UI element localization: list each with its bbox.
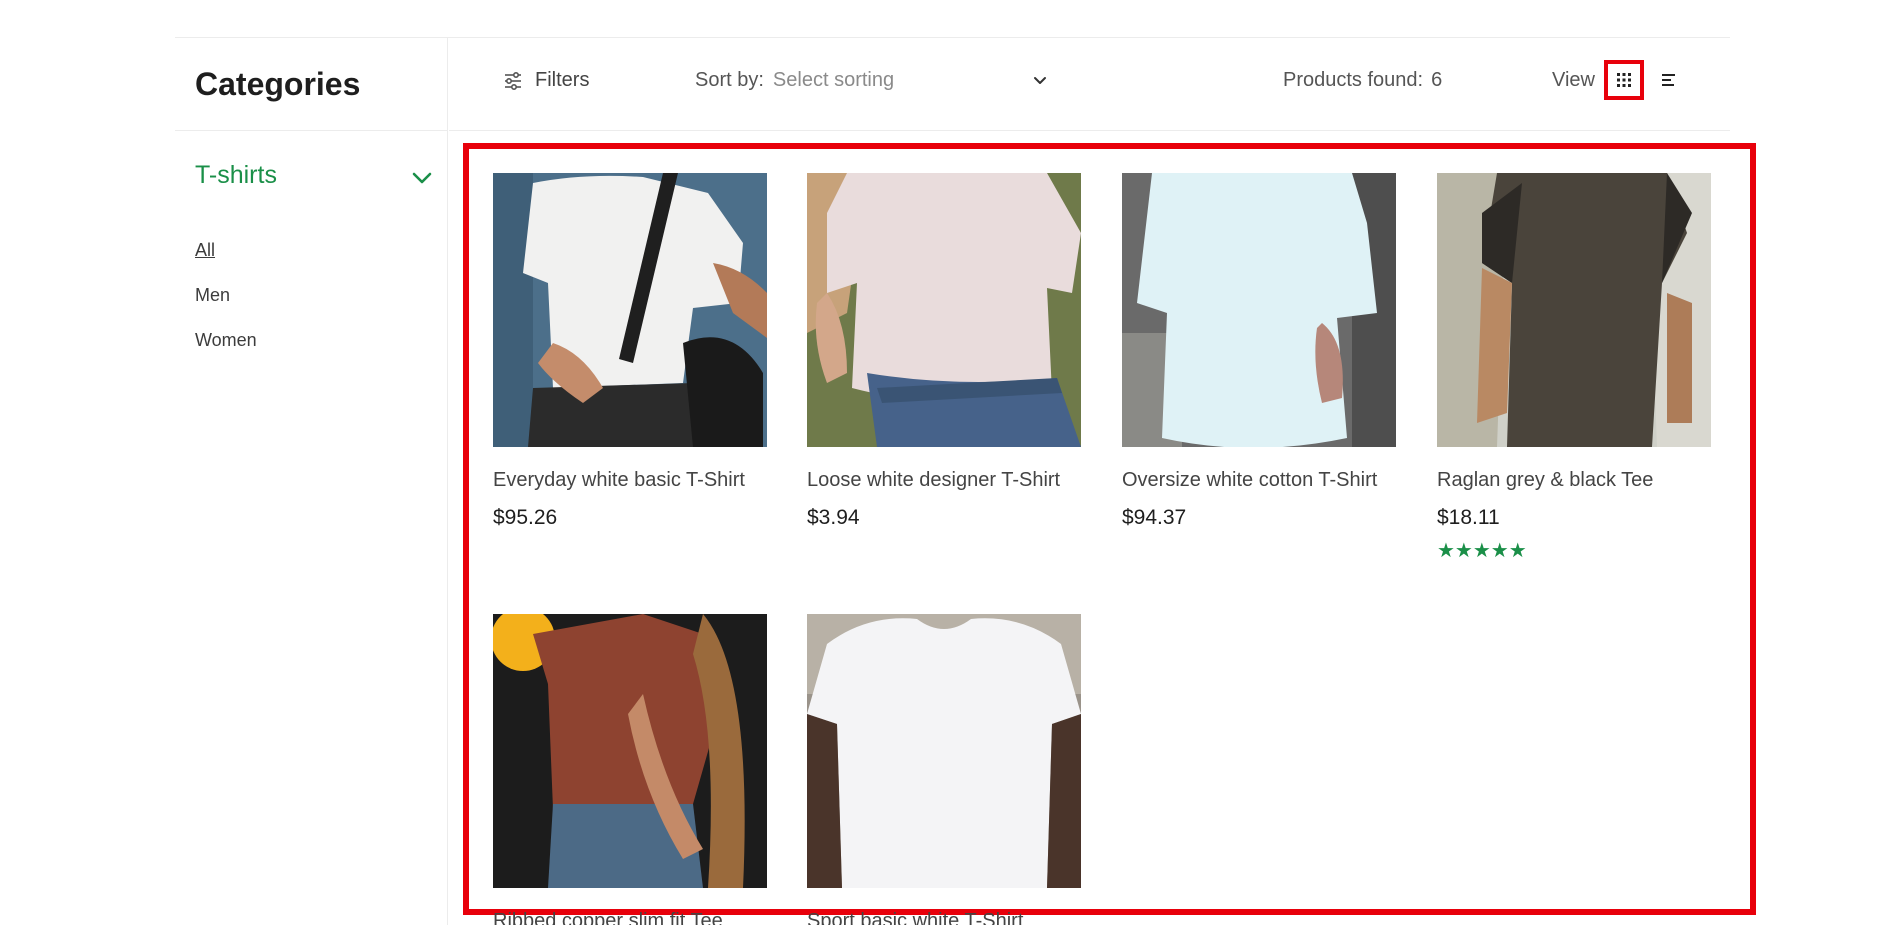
listing-toolbar: Filters Sort by: Select sorting Products…: [449, 38, 1730, 131]
product-price: $95.26: [493, 506, 558, 529]
view-label: View: [1552, 68, 1595, 91]
view-switcher: View: [1552, 60, 1679, 100]
grid-view-button[interactable]: [1604, 60, 1644, 100]
categories-title: Categories: [195, 66, 361, 102]
product-card[interactable]: Oversize white cotton T-Shirt $94.37: [1122, 173, 1396, 530]
product-name[interactable]: Oversize white cotton T-Shirt: [1122, 469, 1396, 492]
subcategory-women[interactable]: Women: [195, 330, 257, 351]
product-name[interactable]: Loose white designer T-Shirt: [807, 469, 1081, 492]
sliders-icon: [505, 71, 521, 90]
product-name[interactable]: Raglan grey & black Tee: [1437, 469, 1711, 492]
categories-header: Categories: [175, 38, 448, 131]
products-found-label: Products found:: [1283, 69, 1424, 91]
product-image[interactable]: [493, 614, 767, 888]
product-card[interactable]: Everyday white basic T-Shirt $95.26: [493, 173, 767, 530]
product-price: $18.11: [1437, 506, 1500, 529]
product-price: $94.37: [1122, 506, 1187, 529]
product-image[interactable]: [1122, 173, 1396, 447]
category-group-tshirts[interactable]: T-shirts: [195, 161, 433, 197]
product-name[interactable]: Ribbed copper slim fit Tee: [493, 910, 767, 925]
category-sidebar: Categories T-shirts All Men Women: [175, 37, 448, 925]
subcategory-men[interactable]: Men: [195, 285, 230, 306]
product-image[interactable]: [1437, 173, 1711, 447]
grid-icon: [1617, 73, 1631, 87]
products-found-count: 6: [1431, 69, 1443, 91]
product-card[interactable]: Sport basic white T-Shirt: [807, 614, 1081, 925]
filters-label: Filters: [535, 69, 590, 91]
sort-label: Sort by:: [695, 69, 764, 91]
product-image[interactable]: [493, 173, 767, 447]
product-card[interactable]: Ribbed copper slim fit Tee: [493, 614, 767, 925]
sort-value[interactable]: Select sorting: [773, 69, 1031, 92]
category-group-label[interactable]: T-shirts: [195, 161, 277, 190]
subcategory-all[interactable]: All: [195, 240, 215, 261]
product-image[interactable]: [807, 614, 1081, 888]
filters-button[interactable]: Filters: [503, 69, 589, 92]
product-card[interactable]: Raglan grey & black Tee $18.11 ★★★★★: [1437, 173, 1711, 563]
list-icon: [1662, 74, 1675, 86]
product-card[interactable]: Loose white designer T-Shirt $3.94: [807, 173, 1081, 530]
product-image[interactable]: [807, 173, 1081, 447]
list-view-button[interactable]: [1659, 70, 1679, 90]
rating-stars: ★★★★★: [1437, 540, 1527, 562]
product-name[interactable]: Everyday white basic T-Shirt: [493, 469, 767, 492]
chevron-down-icon[interactable]: [1031, 72, 1049, 90]
sort-select[interactable]: Sort by: Select sorting: [695, 69, 1049, 92]
chevron-down-icon[interactable]: [411, 167, 433, 189]
products-found: Products found: 6: [1283, 69, 1442, 92]
product-name[interactable]: Sport basic white T-Shirt: [807, 910, 1081, 925]
product-price: $3.94: [807, 506, 860, 529]
